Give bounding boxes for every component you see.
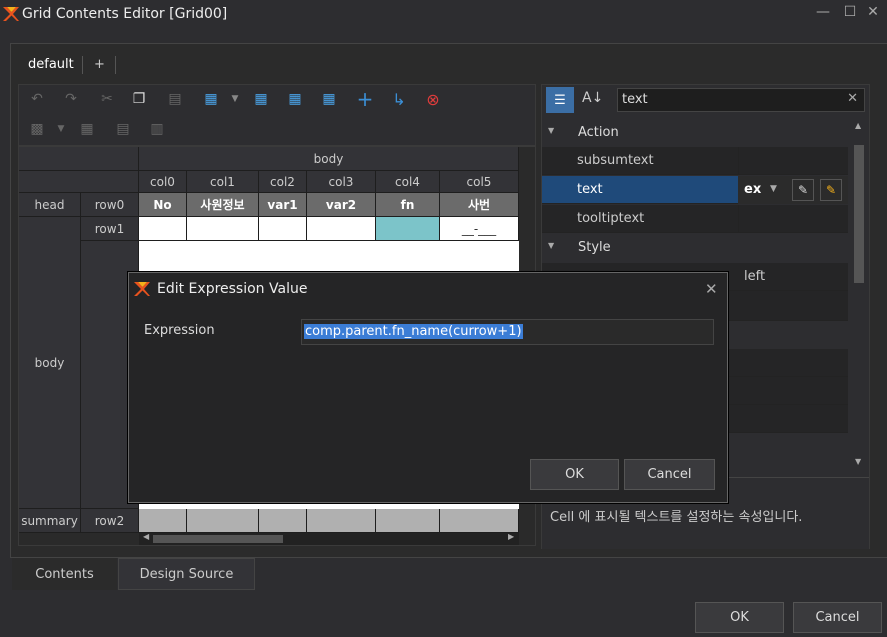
add-row-bottom-icon[interactable]: ▦ — [285, 89, 305, 109]
head-cell[interactable]: var2 — [307, 193, 376, 217]
body-cell[interactable] — [259, 217, 307, 241]
minimize-icon[interactable]: — — [813, 4, 833, 20]
column-header[interactable]: col0 — [139, 171, 187, 193]
grid-toolbar: ↶ ↷ ✂ ❐ ▤ ▦ ▼ ▦ ▦ ▦ + ↳ ⊗ ▩ ▼ ▦ ▤ ▥ — [18, 84, 536, 146]
horizontal-scrollbar[interactable]: ◀ ▶ — [139, 532, 519, 545]
format-icon[interactable]: ▦ — [201, 89, 221, 109]
paste-icon[interactable]: ▤ — [165, 89, 185, 109]
property-search-input[interactable]: text — [622, 92, 648, 107]
row-label[interactable]: row2 — [81, 509, 139, 533]
head-cell[interactable]: 사번 — [440, 193, 519, 217]
redo-icon[interactable]: ↷ — [61, 89, 81, 109]
body-cell[interactable] — [307, 217, 376, 241]
prop-row-text[interactable]: text ex ▼ ✎ ✎ — [542, 176, 848, 204]
dialog-cancel-button[interactable]: Cancel — [624, 459, 715, 490]
head-cell[interactable]: 사원정보 — [187, 193, 259, 217]
head-cell[interactable]: var1 — [259, 193, 307, 217]
scroll-thumb[interactable] — [153, 535, 283, 543]
prop-row-subsumtext[interactable]: subsumtext — [542, 147, 848, 175]
column-header[interactable]: col2 — [259, 171, 307, 193]
add-column-icon[interactable]: ▦ — [319, 89, 339, 109]
merge-cells-icon[interactable]: ▦ — [77, 119, 97, 139]
head-band-label[interactable]: head — [19, 193, 81, 217]
prop-value-text[interactable]: ex — [744, 182, 761, 197]
cut-icon[interactable]: ✂ — [97, 89, 117, 109]
app-logo-icon — [3, 7, 19, 21]
delete-icon[interactable]: ⊗ — [423, 89, 443, 109]
summary-cell[interactable] — [440, 509, 519, 533]
summary-cell[interactable] — [376, 509, 440, 533]
tab-design-source[interactable]: Design Source — [118, 558, 255, 590]
summary-cell[interactable] — [187, 509, 259, 533]
body-band-label[interactable]: body — [19, 217, 81, 509]
dialog-ok-button[interactable]: OK — [530, 459, 619, 490]
add-tab-button[interactable]: + — [88, 54, 111, 75]
vertical-scrollbar[interactable]: ▲ ▼ — [852, 121, 866, 471]
edit-text-icon[interactable]: ✎ — [820, 179, 842, 201]
chevron-down-icon[interactable]: ▼ — [225, 89, 245, 109]
edit-expression-dialog: Edit Expression Value ✕ Expression comp.… — [128, 272, 728, 503]
column-header[interactable]: col5 — [440, 171, 519, 193]
collapse-icon[interactable]: ▼ — [548, 126, 554, 135]
scroll-up-icon[interactable]: ▲ — [855, 121, 861, 130]
scroll-thumb[interactable] — [854, 145, 864, 283]
expression-input[interactable]: comp.parent.fn_name(currow+1) — [301, 319, 714, 345]
window-title: Grid Contents Editor [Grid00] — [22, 6, 228, 22]
split-row-icon[interactable]: ▥ — [147, 119, 167, 139]
tab-default[interactable]: default — [22, 54, 80, 75]
close-icon[interactable]: ✕ — [705, 280, 718, 298]
clear-icon[interactable]: ✕ — [847, 91, 858, 106]
body-cell[interactable] — [139, 217, 187, 241]
chevron-down-icon[interactable]: ▼ — [770, 184, 777, 194]
undo-icon[interactable]: ↶ — [27, 89, 47, 109]
summary-band-label[interactable]: summary — [19, 509, 81, 533]
edit-expression-icon[interactable]: ✎ — [792, 179, 814, 201]
app-logo-icon — [134, 282, 150, 296]
maximize-icon[interactable]: ☐ — [840, 4, 860, 20]
property-search[interactable]: text ✕ — [617, 88, 865, 112]
band-body-header[interactable]: body — [139, 147, 519, 171]
property-description: Cell 에 표시될 텍스트를 설정하는 속성입니다. — [550, 510, 803, 525]
body-cell[interactable]: __-___ — [440, 217, 519, 241]
summary-cell[interactable] — [139, 509, 187, 533]
split-column-icon[interactable]: ▤ — [113, 119, 133, 139]
summary-cell[interactable] — [307, 509, 376, 533]
expression-label: Expression — [144, 323, 215, 338]
copy-icon[interactable]: ❐ — [129, 89, 149, 109]
scroll-right-icon[interactable]: ▶ — [508, 532, 514, 541]
collapse-icon[interactable]: ▼ — [548, 241, 554, 250]
ok-button[interactable]: OK — [695, 602, 784, 633]
head-cell[interactable]: fn — [376, 193, 440, 217]
row-label[interactable]: row0 — [81, 193, 139, 217]
scroll-down-icon[interactable]: ▼ — [855, 457, 861, 466]
body-cell[interactable] — [187, 217, 259, 241]
sort-alpha-icon[interactable]: A↓ — [582, 90, 603, 106]
prop-row-tooltiptext[interactable]: tooltiptext — [542, 205, 848, 233]
expression-value[interactable]: comp.parent.fn_name(currow+1) — [304, 324, 523, 339]
tab-contents[interactable]: Contents — [12, 558, 117, 590]
add-icon[interactable]: + — [355, 87, 375, 111]
layout-icon[interactable]: ▩ — [27, 119, 47, 139]
body-cell-selected[interactable] — [376, 217, 440, 241]
cancel-button[interactable]: Cancel — [793, 602, 882, 633]
chevron-down-icon[interactable]: ▼ — [51, 119, 71, 139]
category-action[interactable]: ▼ Action — [542, 120, 848, 146]
column-header[interactable]: col3 — [307, 171, 376, 193]
categorized-view-icon[interactable]: ☰ — [546, 87, 574, 113]
column-header[interactable]: col1 — [187, 171, 259, 193]
column-header[interactable]: col4 — [376, 171, 440, 193]
add-row-top-icon[interactable]: ▦ — [251, 89, 271, 109]
dialog-title: Edit Expression Value — [157, 281, 308, 297]
head-cell[interactable]: No — [139, 193, 187, 217]
row-label[interactable]: row1 — [81, 217, 139, 241]
insert-arrow-icon[interactable]: ↳ — [389, 89, 409, 109]
prop-value-style[interactable]: left — [744, 269, 765, 284]
close-icon[interactable]: ✕ — [863, 4, 883, 20]
scroll-left-icon[interactable]: ◀ — [143, 532, 149, 541]
category-style[interactable]: ▼ Style — [542, 235, 848, 261]
title-bar: Grid Contents Editor [Grid00] — ☐ ✕ — [0, 0, 887, 30]
summary-cell[interactable] — [259, 509, 307, 533]
